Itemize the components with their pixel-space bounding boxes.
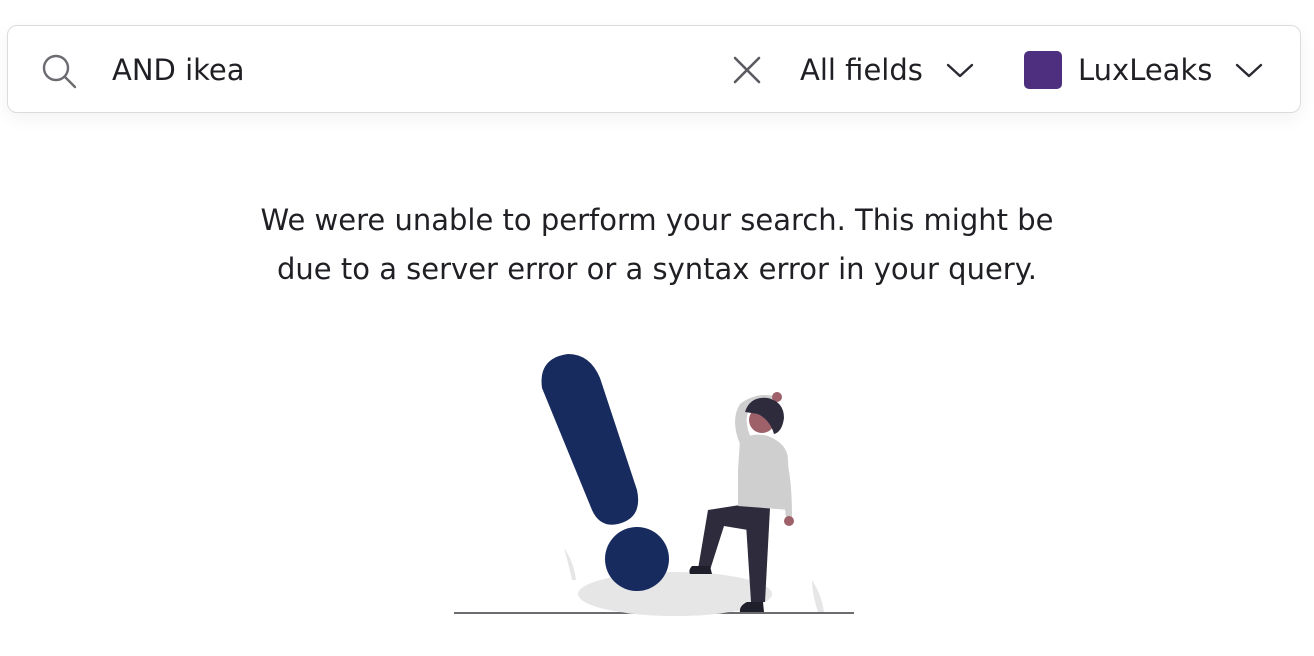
error-message-line-1: We were unable to perform your search. T… <box>260 203 1054 237</box>
person-hand-down <box>784 516 794 526</box>
error-illustration <box>454 354 854 616</box>
error-message-line-2: due to a server error or a syntax error … <box>277 252 1037 286</box>
project-color-swatch <box>1024 51 1062 89</box>
field-selector[interactable]: All fields <box>800 46 975 94</box>
grass-tuft-right <box>812 580 824 612</box>
field-selector-label: All fields <box>800 53 923 87</box>
grass-tuft-left <box>564 548 576 580</box>
search-bar: All fields LuxLeaks <box>7 25 1301 113</box>
search-input[interactable] <box>112 46 712 94</box>
project-selector[interactable]: LuxLeaks <box>1024 46 1264 94</box>
project-selector-label: LuxLeaks <box>1078 53 1213 87</box>
error-message: We were unable to perform your search. T… <box>157 196 1157 294</box>
exclamation-dot <box>605 527 669 591</box>
person-shoe-front <box>689 566 712 574</box>
search-error-page: All fields LuxLeaks We were unable to pe… <box>0 0 1314 656</box>
exclamation-bar <box>541 354 639 525</box>
chevron-down-icon <box>1236 63 1263 78</box>
search-icon <box>42 54 77 89</box>
close-icon[interactable] <box>730 53 764 87</box>
chevron-down-icon <box>946 63 974 78</box>
